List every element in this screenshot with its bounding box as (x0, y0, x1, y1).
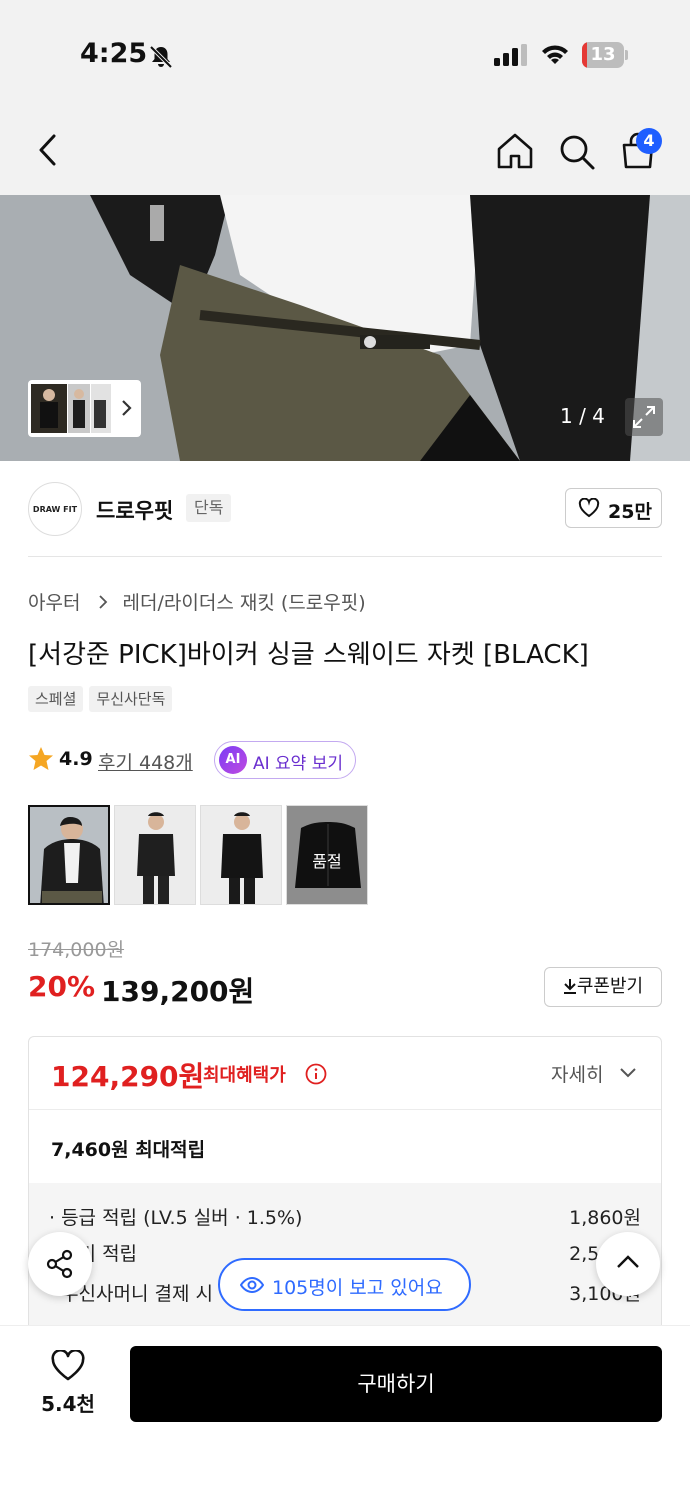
heart-icon (578, 498, 600, 518)
image-counter: 1 / 4 (560, 404, 605, 428)
wishlist-count: 5.4천 (41, 1392, 95, 1416)
share-button[interactable] (28, 1232, 92, 1296)
share-icon (46, 1249, 73, 1279)
eye-icon (240, 1276, 264, 1294)
expand-button[interactable] (625, 398, 663, 436)
color-options: 품절 (28, 805, 368, 905)
bell-muted-icon (149, 45, 173, 69)
color-option-3[interactable] (200, 805, 282, 905)
product-page: 4:25 13 4 1 / 4 DRAW FIT 드로우핏 단독 25만 아우터… (0, 0, 690, 1500)
wishlist-heart-icon[interactable] (50, 1350, 86, 1382)
search-icon[interactable] (558, 133, 596, 171)
thumbnail-strip[interactable] (28, 380, 141, 437)
exclusive-badge: 단독 (186, 494, 232, 522)
chevron-down-icon[interactable] (619, 1067, 637, 1079)
viewers-text: 105명이 보고 있어요 (272, 1277, 443, 1299)
product-title: [서강준 PICK]바이커 싱글 스웨이드 자켓 [BLACK] (28, 640, 589, 670)
soldout-overlay: 품절 (287, 806, 367, 904)
color-option-image (30, 807, 108, 903)
breadcrumb: 아우터 레더/라이더스 재킷 (드로우핏) (28, 588, 372, 615)
buy-button[interactable]: 구매하기 (130, 1346, 662, 1422)
ai-summary-label: AI 요약 보기 (253, 754, 344, 774)
review-count-link[interactable]: 후기 448개 (98, 748, 193, 775)
breadcrumb-category[interactable]: 아우터 (28, 592, 80, 614)
home-icon[interactable] (496, 132, 534, 170)
color-option-image (201, 806, 281, 904)
coupon-label: 쿠폰받기 (576, 976, 644, 997)
product-hero-image[interactable]: 1 / 4 (0, 195, 690, 461)
battery-level: 13 (590, 44, 616, 65)
battery-indicator: 13 (582, 42, 628, 68)
detail-toggle[interactable]: 자세히 (551, 1060, 603, 1087)
tag-special: 스페셜 (28, 686, 84, 712)
product-tags: 스페셜 무신사단독 (28, 686, 173, 712)
scroll-to-top-button[interactable] (596, 1232, 660, 1296)
discount-rate: 20% (28, 970, 96, 1003)
original-price: 174,000원 (28, 939, 125, 961)
max-benefit-price: 124,290원 (51, 1060, 205, 1093)
top-bar: 4:25 13 4 (0, 0, 690, 195)
breadcrumb-subcategory[interactable]: 레더/라이더스 재킷 (드로우핏) (123, 592, 366, 614)
color-option-1[interactable] (28, 805, 110, 905)
info-icon[interactable] (305, 1063, 327, 1085)
coupon-button[interactable]: 쿠폰받기 (544, 967, 662, 1007)
chevron-right-icon (98, 595, 107, 609)
tag-musinsa-exclusive: 무신사단독 (89, 686, 173, 712)
divider (28, 556, 662, 557)
max-benefit-label: 최대혜택가 (203, 1065, 286, 1086)
points-row: · 등급 적립 (LV.5 실버 · 1.5%) 1,860원 (49, 1203, 641, 1230)
color-option-4[interactable]: 품절 (286, 805, 368, 905)
brand-name[interactable]: 드로우핏 (96, 495, 173, 525)
divider (29, 1109, 661, 1110)
max-points: 7,460원 최대적립 (51, 1139, 206, 1161)
chevron-up-icon (617, 1255, 639, 1268)
brand-like-count: 25만 (608, 501, 652, 523)
sale-price: 139,200원 (101, 975, 255, 1008)
ai-icon: AI (219, 746, 247, 774)
download-icon (563, 979, 576, 994)
brand-logo[interactable]: DRAW FIT (28, 482, 82, 536)
cart-count-badge: 4 (636, 128, 662, 154)
viewers-badge: 105명이 보고 있어요 (218, 1258, 471, 1311)
star-icon (29, 747, 53, 770)
back-icon[interactable] (34, 132, 62, 168)
signal-icon (494, 44, 527, 66)
points-row-label: · 등급 적립 (LV.5 실버 · 1.5%) (49, 1207, 303, 1229)
bottom-action-bar: 5.4천 구매하기 (0, 1325, 690, 1500)
ai-summary-button[interactable]: AI AI 요약 보기 (214, 741, 356, 779)
wifi-icon (542, 45, 568, 64)
chevron-right-icon (122, 400, 132, 416)
color-option-image (115, 806, 195, 904)
status-time: 4:25 (80, 38, 148, 69)
points-row-value: 1,860원 (569, 1207, 641, 1229)
mini-thumbs (31, 384, 111, 433)
expand-icon (633, 406, 655, 428)
rating-score: 4.9 (59, 748, 93, 770)
brand-like-button[interactable]: 25만 (565, 488, 662, 528)
color-option-2[interactable] (114, 805, 196, 905)
